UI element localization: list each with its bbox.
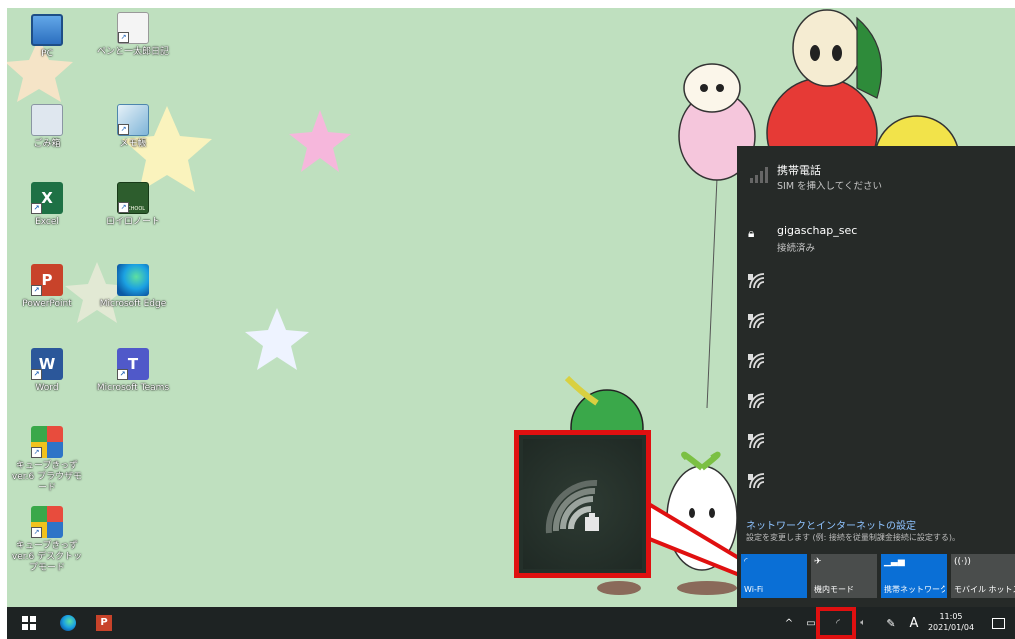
- tile-label: Wi-Fi: [744, 585, 764, 594]
- wifi-secured-icon: [748, 473, 765, 489]
- desktop-icon-word[interactable]: W ↗ Word: [9, 348, 85, 394]
- desktop-icon-teams[interactable]: T ↗ Microsoft Teams: [95, 348, 171, 394]
- wifi-secured-icon: [748, 433, 765, 449]
- taskbar: P ^ ▭ ◜ 🔈︎ ✎ A 11:05 2021/01/04: [7, 607, 1015, 639]
- wifi-secured-icon: [748, 393, 765, 409]
- network-status: 接続済み: [777, 243, 816, 254]
- desktop-icon-label: ロイロノート: [105, 217, 160, 227]
- wifi-secured-icon: [748, 353, 765, 369]
- pen-icon[interactable]: ✎: [881, 607, 901, 639]
- desktop-icon-label: Word: [35, 383, 59, 393]
- desktop-icon-label: Microsoft Edge: [99, 299, 167, 309]
- edge-icon: [117, 264, 149, 296]
- wifi-network-connected[interactable]: 🔒︎ gigaschap_sec 接続済み: [737, 218, 1015, 258]
- tray-highlight-box: [816, 607, 856, 639]
- powerpoint-icon: P: [96, 615, 112, 631]
- excel-icon: X ↗: [31, 182, 63, 214]
- airplane-mode-tile[interactable]: ✈ 機内モード: [811, 554, 877, 598]
- cellular-icon: ▁▃▅: [884, 557, 905, 567]
- tile-label: 携帯ネットワーク: [884, 585, 945, 594]
- teams-icon: T ↗: [117, 348, 149, 380]
- network-settings-link[interactable]: ネットワークとインターネットの設定: [746, 517, 916, 532]
- cube-kids-icon: ↗: [31, 506, 63, 538]
- star-decoration: [289, 110, 351, 172]
- ime-indicator[interactable]: A: [905, 607, 923, 639]
- cellular-network-item[interactable]: 携帯電話 SIM を挿入してください: [737, 146, 1015, 214]
- cube-kids-icon: ↗: [31, 426, 63, 458]
- hotspot-icon: ((·)): [954, 557, 971, 567]
- wifi-icon: ◜: [744, 557, 748, 567]
- desktop-icon-notepad[interactable]: ↗ メモ帳: [95, 104, 171, 150]
- character-head: [683, 63, 741, 113]
- notification-icon: [991, 617, 1005, 629]
- wifi-network-item[interactable]: [737, 424, 1015, 458]
- edge-icon: [60, 615, 76, 631]
- quick-action-tiles: ◜ Wi-Fi ✈ 機内モード ▁▃▅ 携帯ネットワーク ((·)) モバイル …: [741, 554, 1015, 598]
- wifi-network-item[interactable]: [737, 264, 1015, 298]
- loilonote-icon: SCHOOL ↗: [117, 182, 149, 214]
- desktop-icon-pen-diary[interactable]: ↗ ペンと一太郎日記: [95, 12, 171, 58]
- word-icon: W ↗: [31, 348, 63, 380]
- taskbar-powerpoint[interactable]: P: [89, 607, 119, 639]
- desktop-icon-label: PC: [41, 49, 53, 59]
- desktop-icon-cube-desktop[interactable]: ↗ キューブきっず ver.6 デスクトップモード: [9, 506, 85, 574]
- desktop-icon-recycle-bin[interactable]: ごみ箱: [9, 104, 85, 150]
- desktop-icon-label: Microsoft Teams: [96, 383, 170, 393]
- desktop-icon-label: PowerPoint: [22, 299, 72, 309]
- desktop-icon-cube-browser[interactable]: ↗ キューブきっず ver.6 ブラウザモード: [9, 426, 85, 494]
- clock-time: 11:05: [939, 612, 963, 621]
- wifi-network-item[interactable]: [737, 384, 1015, 418]
- desktop-icon-label: キューブきっず ver.6 デスクトップモード: [11, 541, 83, 573]
- desktop-icon-label: ペンと一太郎日記: [96, 47, 169, 57]
- windows-icon: [22, 616, 36, 630]
- star-decoration: [245, 308, 309, 370]
- clock-date: 2021/01/04: [927, 623, 975, 632]
- tile-label: 機内モード: [814, 585, 854, 594]
- cellular-signal-icon: [750, 167, 768, 183]
- powerpoint-icon: P ↗: [31, 264, 63, 296]
- action-center-button[interactable]: [985, 607, 1011, 639]
- cellular-title: 携帯電話: [777, 164, 821, 177]
- network-name: gigaschap_sec: [777, 224, 858, 237]
- desktop-icon-label: ごみ箱: [33, 139, 61, 149]
- network-settings-description: 設定を変更します (例: 接続を従量制課金接続に設定する)。: [746, 533, 961, 542]
- recycle-bin-icon: [31, 104, 63, 136]
- system-clock[interactable]: 11:05 2021/01/04: [925, 611, 977, 633]
- mobile-hotspot-tile[interactable]: ((·)) モバイル ホットス ポット: [951, 554, 1015, 598]
- wifi-network-item[interactable]: [737, 464, 1015, 498]
- wifi-secured-icon: 🔒︎: [748, 226, 755, 240]
- wifi-secured-icon: [748, 313, 765, 329]
- taskbar-edge[interactable]: [53, 607, 83, 639]
- wifi-tile[interactable]: ◜ Wi-Fi: [741, 554, 807, 598]
- pen-diary-icon: ↗: [117, 12, 149, 44]
- cellular-subtitle: SIM を挿入してください: [777, 181, 882, 192]
- desktop-icon-powerpoint[interactable]: P ↗ PowerPoint: [9, 264, 85, 310]
- wifi-network-item[interactable]: [737, 304, 1015, 338]
- cellular-tile[interactable]: ▁▃▅ 携帯ネットワーク: [881, 554, 947, 598]
- show-hidden-icons-button[interactable]: ^: [779, 607, 799, 639]
- pc-icon: [31, 14, 63, 46]
- desktop-icon-edge[interactable]: Microsoft Edge: [95, 264, 171, 310]
- wifi-secured-icon: [545, 479, 599, 534]
- desktop-icon-loilonote[interactable]: SCHOOL ↗ ロイロノート: [95, 182, 171, 228]
- tile-label: モバイル ホットス ポット: [954, 585, 1015, 594]
- wifi-secured-icon: [748, 273, 765, 289]
- desktop-icon-label: Excel: [35, 217, 59, 227]
- start-button[interactable]: [13, 607, 45, 639]
- airplane-icon: ✈: [814, 557, 822, 567]
- network-flyout: 携帯電話 SIM を挿入してください 🔒︎ gigaschap_sec 接続済み…: [737, 146, 1015, 607]
- desktop-icon-label: メモ帳: [119, 139, 147, 149]
- zoomed-wifi-callout: [514, 430, 651, 578]
- notepad-icon: ↗: [117, 104, 149, 136]
- volume-icon[interactable]: 🔈︎: [853, 607, 873, 639]
- desktop-icon-label: キューブきっず ver.6 ブラウザモード: [11, 461, 83, 493]
- wifi-network-item[interactable]: [737, 344, 1015, 378]
- desktop-icon-pc[interactable]: PC: [9, 14, 85, 60]
- desktop-icon-excel[interactable]: X ↗ Excel: [9, 182, 85, 228]
- character-head: [792, 9, 862, 87]
